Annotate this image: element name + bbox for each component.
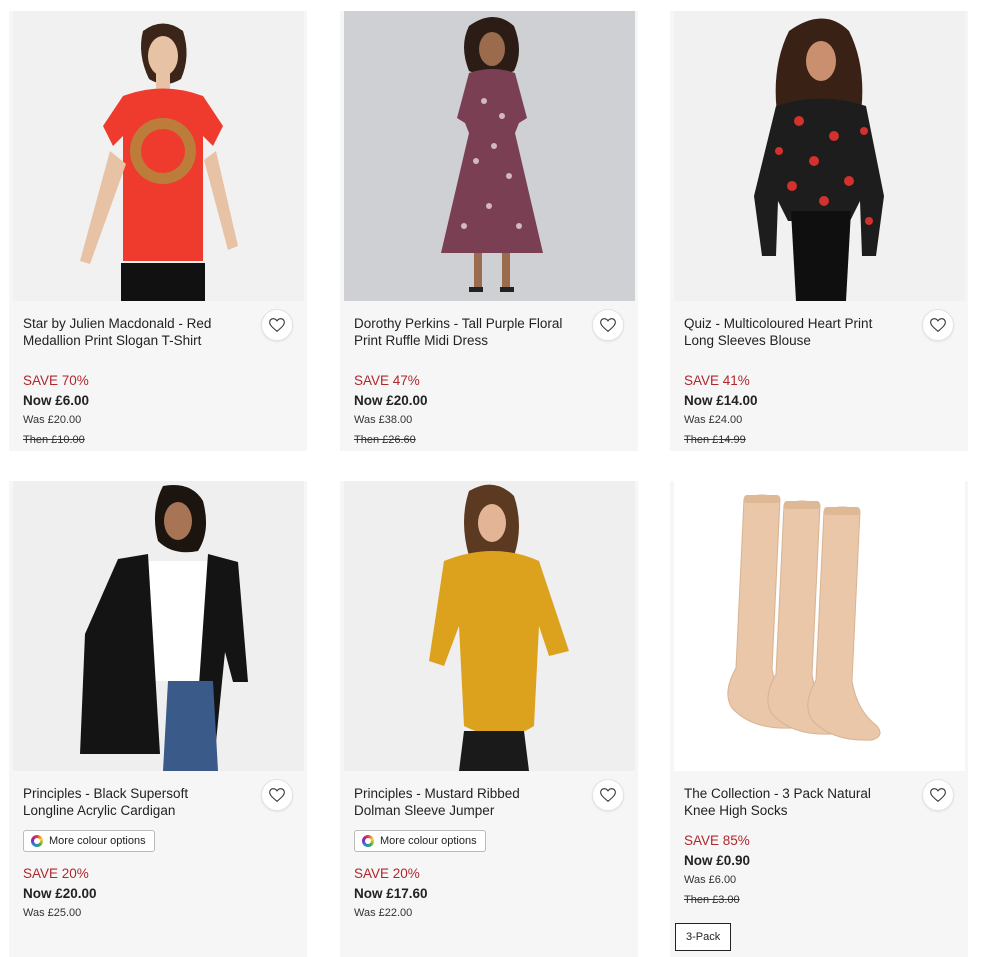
- was-price: Was £38.00: [354, 414, 413, 426]
- product-image[interactable]: [13, 481, 304, 771]
- was-price: Was £22.00: [354, 907, 413, 919]
- now-price: Now £20.00: [23, 886, 97, 901]
- save-percentage: SAVE 20%: [23, 866, 89, 881]
- then-price: Then £10.00: [23, 434, 85, 446]
- product-image[interactable]: [674, 481, 965, 771]
- then-price: Then £14.99: [684, 434, 746, 446]
- product-title[interactable]: Dorothy Perkins - Tall Purple Floral Pri…: [354, 315, 568, 349]
- save-percentage: SAVE 85%: [684, 833, 750, 848]
- heart-icon[interactable]: [922, 779, 954, 811]
- product-card[interactable]: Quiz - Multicoloured Heart Print Long Sl…: [670, 11, 968, 451]
- heart-icon[interactable]: [592, 309, 624, 341]
- was-price: Was £25.00: [23, 907, 82, 919]
- then-price: Then £3.00: [684, 894, 740, 906]
- save-percentage: SAVE 70%: [23, 373, 89, 388]
- heart-icon[interactable]: [261, 309, 293, 341]
- product-card[interactable]: Dorothy Perkins - Tall Purple Floral Pri…: [340, 11, 638, 451]
- heart-icon[interactable]: [922, 309, 954, 341]
- product-title[interactable]: Principles - Black Supersoft Longline Ac…: [23, 785, 237, 819]
- product-image[interactable]: [13, 11, 304, 301]
- product-image[interactable]: [674, 11, 965, 301]
- product-card[interactable]: Principles - Black Supersoft Longline Ac…: [9, 481, 307, 957]
- more-colour-options-button[interactable]: More colour options: [23, 830, 155, 852]
- was-price: Was £24.00: [684, 414, 743, 426]
- product-card[interactable]: The Collection - 3 Pack Natural Knee Hig…: [670, 481, 968, 957]
- was-price: Was £20.00: [23, 414, 82, 426]
- now-price: Now £6.00: [23, 393, 90, 408]
- colour-options-label: More colour options: [49, 835, 146, 847]
- more-colour-options-button[interactable]: More colour options: [354, 830, 486, 852]
- then-price: Then £26.60: [354, 434, 416, 446]
- colour-options-label: More colour options: [380, 835, 477, 847]
- now-price: Now £20.00: [354, 393, 428, 408]
- now-price: Now £0.90: [684, 853, 751, 868]
- now-price: Now £17.60: [354, 886, 428, 901]
- product-title[interactable]: Star by Julien Macdonald - Red Medallion…: [23, 315, 237, 349]
- product-image[interactable]: [344, 481, 635, 771]
- product-image[interactable]: [344, 11, 635, 301]
- heart-icon[interactable]: [261, 779, 293, 811]
- save-percentage: SAVE 41%: [684, 373, 750, 388]
- product-card[interactable]: Star by Julien Macdonald - Red Medallion…: [9, 11, 307, 451]
- colour-wheel-icon: [31, 835, 43, 847]
- product-title[interactable]: Quiz - Multicoloured Heart Print Long Sl…: [684, 315, 898, 349]
- product-card[interactable]: Principles - Mustard Ribbed Dolman Sleev…: [340, 481, 638, 957]
- product-title[interactable]: The Collection - 3 Pack Natural Knee Hig…: [684, 785, 898, 819]
- pack-badge: 3-Pack: [675, 923, 732, 951]
- colour-wheel-icon: [362, 835, 374, 847]
- save-percentage: SAVE 47%: [354, 373, 420, 388]
- save-percentage: SAVE 20%: [354, 866, 420, 881]
- heart-icon[interactable]: [592, 779, 624, 811]
- now-price: Now £14.00: [684, 393, 758, 408]
- was-price: Was £6.00: [684, 874, 737, 886]
- product-title[interactable]: Principles - Mustard Ribbed Dolman Sleev…: [354, 785, 568, 819]
